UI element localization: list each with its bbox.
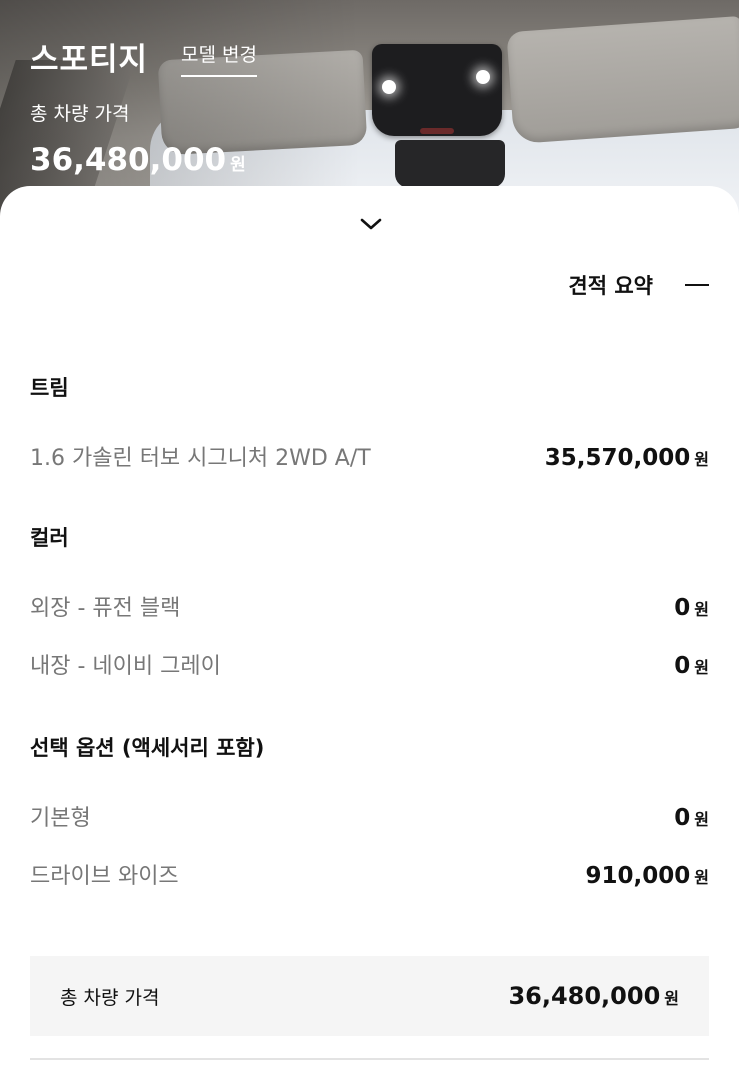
trim-row: 1.6 가솔린 터보 시그니처 2WD A/T 35,570,000 원 xyxy=(30,440,709,472)
interior-color-price-unit: 원 xyxy=(694,658,709,677)
color-row-exterior: 외장 - 퓨전 블랙 0원 xyxy=(30,590,709,622)
map-lamp-right xyxy=(476,70,490,84)
trim-name: 1.6 가솔린 터보 시그니처 2WD A/T xyxy=(30,446,371,471)
sos-button xyxy=(420,128,454,134)
section-title-options: 선택 옵션 (액세서리 포함) xyxy=(30,736,265,760)
total-price-value: 36,480,000 xyxy=(508,982,661,1010)
option-basic-price-unit: 원 xyxy=(694,810,709,829)
option-row-basic: 기본형 0원 xyxy=(30,800,709,832)
interior-color-price-value: 0 xyxy=(674,653,691,679)
option-basic-name: 기본형 xyxy=(30,806,91,831)
chevron-down-icon[interactable] xyxy=(356,212,386,236)
color-row-interior: 내장 - 네이비 그레이 0원 xyxy=(30,648,709,680)
model-change-link[interactable]: 모델 변경 xyxy=(181,40,257,77)
exterior-color-price: 0원 xyxy=(674,595,709,621)
section-title-color: 컬러 xyxy=(30,526,69,550)
trim-price: 35,570,000 원 xyxy=(545,445,709,471)
option-drive-wise-price-unit: 원 xyxy=(694,868,709,887)
right-sun-visor xyxy=(506,15,739,145)
total-price-unit: 원 xyxy=(664,989,679,1008)
hero-total-label: 총 차량 가격 xyxy=(30,103,130,125)
minus-icon[interactable] xyxy=(685,284,709,286)
map-lamp-left xyxy=(382,80,396,94)
total-label: 총 차량 가격 xyxy=(60,986,160,1009)
hero-total-price-unit: 원 xyxy=(230,155,246,175)
option-basic-price: 0원 xyxy=(674,805,709,831)
trim-price-unit: 원 xyxy=(694,450,709,469)
rearview-mirror xyxy=(395,140,505,188)
option-drive-wise-price-value: 910,000 xyxy=(585,863,691,889)
section-title-trim: 트림 xyxy=(30,376,69,400)
hero-total-price-value: 36,480,000 xyxy=(30,142,227,178)
option-drive-wise-name: 드라이브 와이즈 xyxy=(30,864,179,889)
overhead-console xyxy=(372,44,502,136)
total-price: 36,480,000 원 xyxy=(508,982,679,1010)
bottom-divider xyxy=(30,1058,709,1060)
interior-color-price: 0원 xyxy=(674,653,709,679)
trim-price-value: 35,570,000 xyxy=(544,445,691,471)
option-row-drive-wise: 드라이브 와이즈 910,000 원 xyxy=(30,858,709,890)
summary-title: 견적 요약 xyxy=(568,274,653,298)
model-name: 스포티지 xyxy=(30,42,149,78)
interior-color-name: 내장 - 네이비 그레이 xyxy=(30,654,221,679)
estimate-sheet: 견적 요약 트림 1.6 가솔린 터보 시그니처 2WD A/T 35,570,… xyxy=(0,186,739,1080)
total-price-box: 총 차량 가격 36,480,000 원 xyxy=(30,956,709,1036)
exterior-color-price-value: 0 xyxy=(674,595,691,621)
exterior-color-price-unit: 원 xyxy=(694,600,709,619)
summary-header[interactable]: 견적 요약 xyxy=(568,270,709,300)
option-drive-wise-price: 910,000 원 xyxy=(586,863,710,889)
hero-total-price: 36,480,000 원 xyxy=(30,142,246,178)
option-basic-price-value: 0 xyxy=(674,805,691,831)
exterior-color-name: 외장 - 퓨전 블랙 xyxy=(30,596,181,621)
